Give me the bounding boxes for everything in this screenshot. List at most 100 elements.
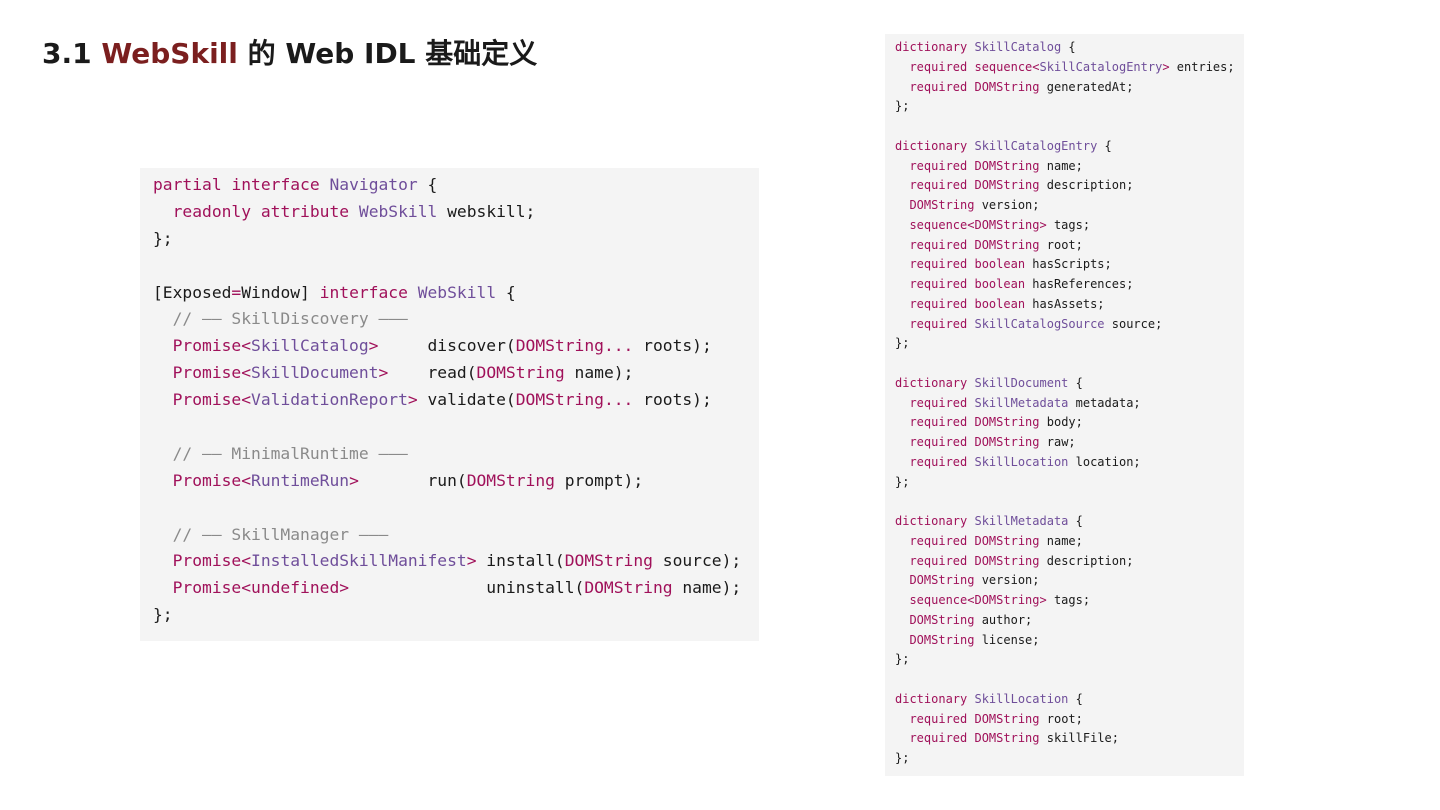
code-line: required DOMString name; (895, 157, 1234, 177)
code-line: dictionary SkillCatalog { (895, 38, 1234, 58)
code-token: hasScripts; (1025, 257, 1112, 272)
code-token: Navigator (329, 175, 418, 194)
code-token: skillFile; (1039, 731, 1119, 746)
code-token: SkillCatalog (974, 40, 1062, 54)
code-line: sequence<DOMString> tags; (895, 591, 1234, 611)
code-line: readonly attribute WebSkill webskill; (153, 199, 746, 226)
code-line: }; (895, 650, 1234, 670)
code-token: raw; (1039, 435, 1076, 449)
code-line: DOMString author; (895, 611, 1234, 631)
code-token: required (909, 296, 968, 311)
code-token: = (231, 282, 242, 302)
code-token: DOMString (909, 632, 975, 647)
code-token: SkillCatalogEntry (974, 138, 1098, 153)
code-token: prompt); (554, 470, 644, 490)
code-token: install( (476, 551, 565, 571)
code-token: // —— SkillDiscovery ——— (153, 309, 408, 329)
code-line: required DOMString generatedAt; (895, 78, 1234, 98)
code-line: // —— MinimalRuntime ——— (153, 441, 746, 468)
code-token: // —— MinimalRuntime ——— (153, 443, 408, 463)
code-token: uninstall( (349, 578, 585, 598)
code-token: // —— SkillManager ——— (153, 524, 389, 544)
code-token: read( (388, 363, 477, 383)
code-token: sequence<DOMString> (909, 593, 1047, 607)
code-token: boolean (974, 277, 1026, 291)
code-line: }; (153, 602, 746, 629)
code-token: DOMString... (515, 390, 634, 410)
code-token: required (909, 59, 968, 74)
code-token: hasAssets; (1025, 296, 1105, 311)
code-token: discover( (378, 336, 516, 356)
code-line: }; (895, 97, 1234, 117)
code-token: dictionary (895, 40, 968, 54)
code-token: }; (895, 99, 910, 114)
code-token: { (1068, 514, 1083, 528)
code-token: }; (895, 474, 910, 489)
code-token: hasReferences; (1025, 277, 1134, 291)
code-line: // —— SkillManager ——— (153, 522, 746, 549)
code-token: DOMString... (515, 336, 634, 356)
code-line: Promise<ValidationReport> validate(DOMSt… (153, 387, 746, 414)
code-line: required DOMString description; (895, 552, 1234, 572)
dictionary-definitions-code-block: dictionary SkillCatalog { required seque… (885, 34, 1244, 776)
code-token: SkillDocument (974, 375, 1069, 390)
code-token: roots); (633, 336, 712, 356)
code-token: source; (1104, 316, 1163, 331)
code-line: required DOMString name; (895, 532, 1234, 552)
code-line: required SkillLocation location; (895, 453, 1234, 473)
code-token: }; (153, 228, 173, 248)
code-token: run( (358, 470, 467, 490)
code-line: required boolean hasReferences; (895, 275, 1234, 295)
code-token: Promise< (172, 390, 252, 410)
code-token: tags; (1046, 217, 1091, 232)
code-token: DOMString (974, 79, 1040, 94)
code-token: RuntimeRun (251, 470, 350, 490)
code-token: DOMString (909, 612, 975, 627)
code-token: { (1097, 138, 1112, 153)
title-suffix: 的 Web IDL 基础定义 (237, 37, 538, 70)
code-token: Promise<undefined> (172, 578, 350, 598)
title-prefix: 3.1 (42, 37, 102, 70)
code-token: name; (1039, 158, 1083, 173)
code-token: required (909, 454, 968, 469)
code-token: DOMString (909, 573, 975, 588)
code-token: DOMString (974, 237, 1040, 252)
code-token: root; (1039, 237, 1083, 252)
code-token: generatedAt; (1039, 79, 1134, 94)
code-token: boolean (974, 296, 1026, 311)
code-token: DOMString (466, 470, 555, 490)
code-token: required (909, 731, 968, 746)
code-token: required (909, 257, 968, 272)
code-line: }; (895, 749, 1234, 769)
code-token: attribute (260, 201, 350, 221)
code-line: Promise<SkillDocument> read(DOMString na… (153, 360, 746, 387)
code-token: interface (231, 175, 320, 194)
code-token: Promise< (172, 470, 252, 490)
code-token: { (1068, 691, 1083, 706)
code-token: DOMString (974, 731, 1040, 746)
code-line: }; (895, 334, 1234, 354)
code-line: required boolean hasAssets; (895, 295, 1234, 315)
code-token: SkillMetadata (974, 395, 1069, 410)
code-line: }; (153, 226, 746, 253)
code-token: author; (974, 612, 1033, 627)
code-token: root; (1039, 711, 1083, 726)
code-token: WebSkill (358, 201, 438, 221)
code-line: required sequence<SkillCatalogEntry> ent… (895, 58, 1234, 78)
webskill-interface-code-block: partial interface Navigator { readonly a… (140, 168, 759, 641)
